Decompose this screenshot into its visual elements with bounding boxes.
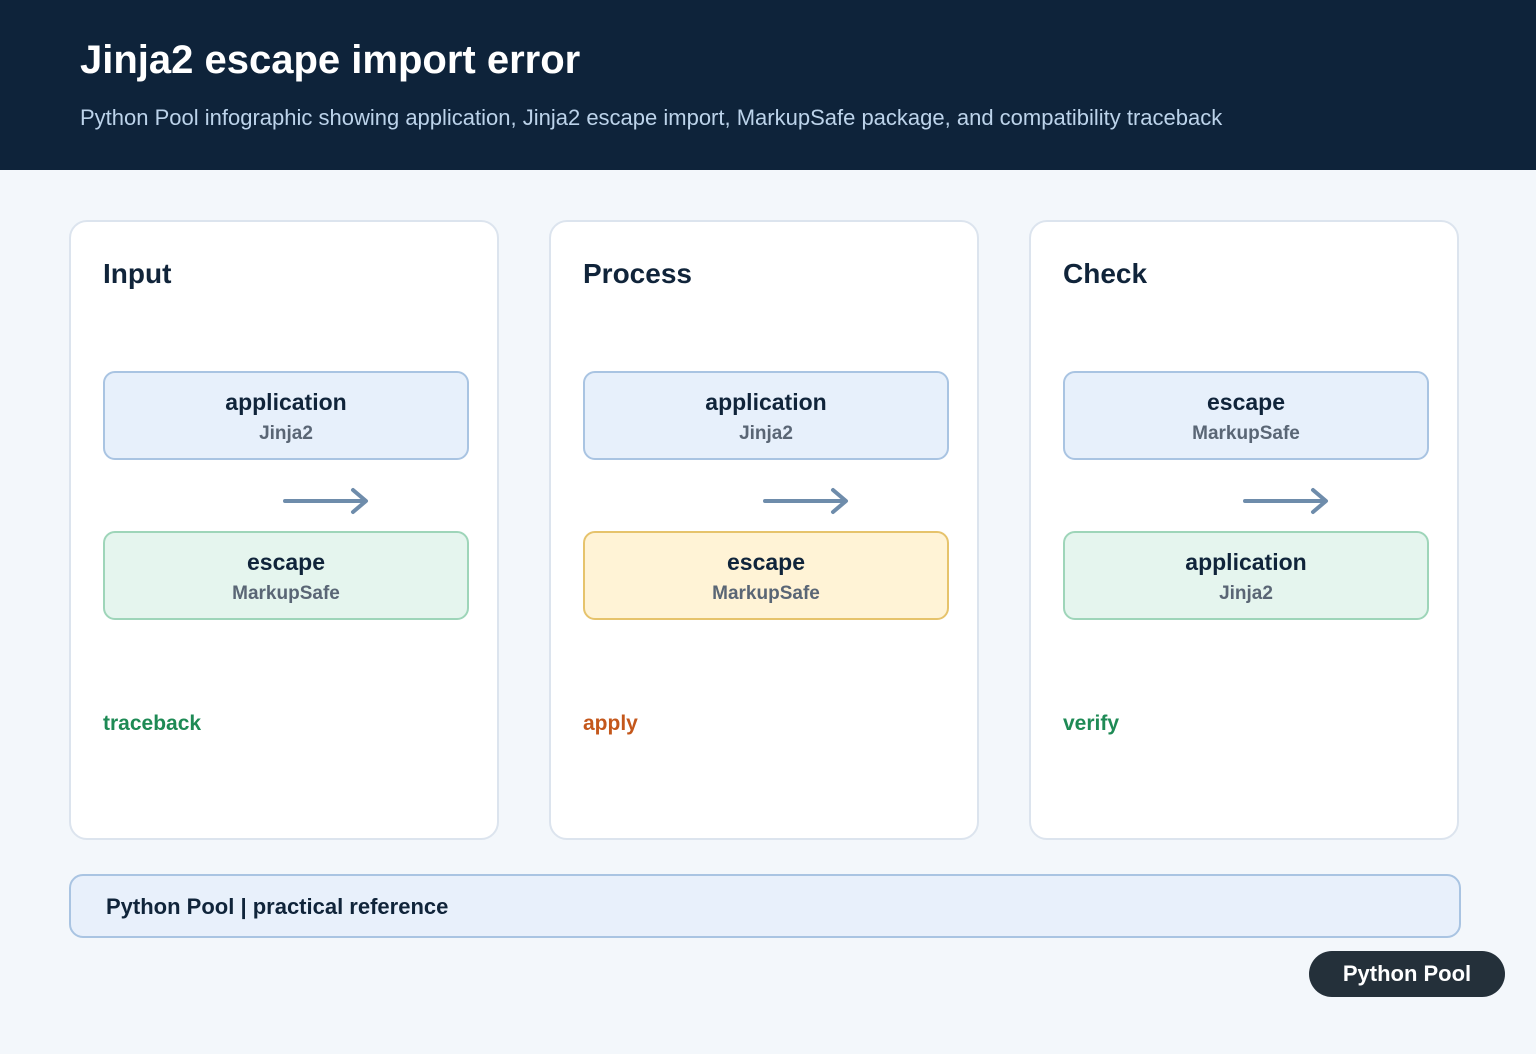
node-label: application — [705, 389, 827, 415]
node-sublabel: MarkupSafe — [232, 583, 340, 604]
panel-note: verify — [1063, 712, 1120, 735]
top-node: application Jinja2 — [103, 371, 469, 460]
bottom-node: escape MarkupSafe — [103, 531, 469, 620]
bottom-node: application Jinja2 — [1063, 531, 1429, 620]
node-sublabel: MarkupSafe — [712, 583, 820, 604]
node-sublabel: MarkupSafe — [1192, 423, 1300, 444]
node-sublabel: Jinja2 — [739, 423, 793, 444]
node-sublabel: Jinja2 — [259, 423, 313, 444]
node-label: escape — [1206, 389, 1285, 415]
arrow-right-icon — [1243, 488, 1328, 514]
panel-title: Process — [583, 258, 692, 289]
footer-text: Python Pool | practical reference — [106, 894, 449, 919]
top-node: escape MarkupSafe — [1063, 371, 1429, 460]
node-label: application — [1185, 549, 1307, 575]
panel-process: Process application Jinja2 escape Markup… — [549, 220, 979, 840]
header-banner: Jinja2 escape import error Python Pool i… — [0, 0, 1536, 170]
node-label: application — [225, 389, 347, 415]
panel-note: apply — [583, 712, 638, 735]
node-label: escape — [726, 549, 805, 575]
panel-check: Check escape MarkupSafe application Jinj… — [1029, 220, 1459, 840]
node-sublabel: Jinja2 — [1219, 583, 1273, 604]
top-node: application Jinja2 — [583, 371, 949, 460]
page-subtitle: Python Pool infographic showing applicat… — [80, 105, 1223, 130]
page-title: Jinja2 escape import error — [80, 38, 581, 82]
node-label: escape — [246, 549, 325, 575]
panel-title: Check — [1063, 258, 1148, 289]
arrow-right-icon — [283, 488, 368, 514]
panel-input: Input application Jinja2 escape MarkupSa… — [69, 220, 499, 840]
bottom-node: escape MarkupSafe — [583, 531, 949, 620]
panel-note: traceback — [103, 712, 202, 735]
brand-badge: Python Pool — [1309, 951, 1505, 997]
arrow-right-icon — [763, 488, 848, 514]
panel-title: Input — [103, 258, 172, 289]
footer-bar: Python Pool | practical reference — [69, 874, 1461, 938]
